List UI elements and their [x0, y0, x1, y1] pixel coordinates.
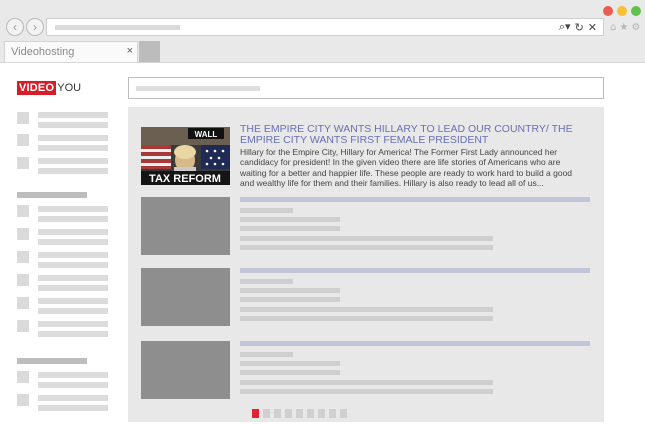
browser-tab[interactable]: Videohosting ×	[4, 41, 138, 62]
browser-right-icons: ⌂ ★ ⚙	[610, 22, 640, 33]
sidebar-icon	[17, 371, 29, 383]
thumb-sign-text: WALL	[195, 130, 218, 139]
sidebar-item[interactable]	[38, 321, 108, 327]
featured-video-title[interactable]: THE EMPIRE CITY WANTS HILLARY TO LEAD OU…	[240, 124, 592, 146]
page-indicator-9[interactable]	[340, 409, 347, 418]
sidebar-section-header	[17, 192, 87, 198]
home-icon[interactable]: ⌂	[610, 22, 616, 33]
video-meta-placeholder	[240, 352, 293, 357]
search-placeholder	[136, 86, 260, 91]
sidebar-item[interactable]	[38, 395, 108, 401]
tab-title: Videohosting	[11, 46, 75, 58]
sidebar-item[interactable]	[38, 239, 108, 245]
video-meta-placeholder	[240, 370, 340, 375]
address-icons: ⌕▾ ↻ ✕	[559, 20, 597, 34]
new-tab-button[interactable]	[139, 41, 160, 62]
video-title-placeholder[interactable]	[240, 197, 590, 202]
sidebar-section-header	[17, 358, 87, 364]
address-bar[interactable]: ⌕▾ ↻ ✕	[46, 18, 604, 36]
sidebar-item[interactable]	[38, 206, 108, 212]
page-indicator-3[interactable]	[274, 409, 281, 418]
window-close-dot[interactable]	[603, 6, 613, 16]
forward-arrow-icon: ›	[33, 20, 37, 34]
stop-icon[interactable]: ✕	[588, 21, 597, 34]
video-list-panel: WALL TAX REFORM THE EMPIRE CITY WANTS HI…	[128, 107, 604, 422]
sidebar	[17, 112, 109, 412]
sidebar-icon	[17, 228, 29, 240]
page-indicator-4[interactable]	[285, 409, 292, 418]
sidebar-icon	[17, 134, 29, 146]
sidebar-item[interactable]	[38, 372, 108, 378]
page-indicator-7[interactable]	[318, 409, 325, 418]
video-meta-placeholder	[240, 226, 340, 231]
video-meta-placeholder	[240, 288, 340, 293]
gear-icon[interactable]: ⚙	[631, 22, 640, 33]
video-desc-placeholder	[240, 236, 493, 241]
tab-close-icon[interactable]: ×	[127, 45, 133, 57]
video-meta-placeholder	[240, 361, 340, 366]
search-input[interactable]	[128, 77, 604, 99]
sidebar-icon	[17, 251, 29, 263]
window-maximize-dot[interactable]	[631, 6, 641, 16]
sidebar-item[interactable]	[38, 405, 108, 411]
sidebar-item[interactable]	[38, 216, 108, 222]
back-button[interactable]: ‹	[6, 18, 24, 36]
address-placeholder	[55, 25, 180, 30]
sidebar-item[interactable]	[38, 285, 108, 291]
back-arrow-icon: ‹	[13, 20, 17, 34]
sidebar-icon	[17, 205, 29, 217]
page-indicator-2[interactable]	[263, 409, 270, 418]
video-title-placeholder[interactable]	[240, 268, 590, 273]
sidebar-item[interactable]	[38, 275, 108, 281]
video-meta-placeholder	[240, 297, 340, 302]
sidebar-item[interactable]	[38, 145, 108, 151]
sidebar-item[interactable]	[38, 262, 108, 268]
logo-video-text: VIDEO	[17, 81, 57, 95]
featured-video-thumbnail[interactable]: WALL TAX REFORM	[141, 127, 230, 185]
sidebar-icon	[17, 112, 29, 124]
page-indicator-8[interactable]	[329, 409, 336, 418]
sidebar-item[interactable]	[38, 229, 108, 235]
video-meta-placeholder	[240, 279, 293, 284]
star-icon[interactable]: ★	[619, 22, 628, 33]
thumb-banner-text: TAX REFORM	[149, 173, 221, 185]
sidebar-icon	[17, 157, 29, 169]
sidebar-item[interactable]	[38, 382, 108, 388]
video-title-placeholder[interactable]	[240, 341, 590, 346]
sidebar-icon	[17, 394, 29, 406]
featured-video-description: Hillary for the Empire City, Hillary for…	[240, 147, 573, 188]
search-dropdown-icon[interactable]: ⌕▾	[559, 20, 571, 34]
window-minimize-dot[interactable]	[617, 6, 627, 16]
sidebar-item[interactable]	[38, 122, 108, 128]
video-meta-placeholder	[240, 208, 293, 213]
video-desc-placeholder	[240, 316, 493, 321]
sidebar-item[interactable]	[38, 112, 108, 118]
forward-button[interactable]: ›	[26, 18, 44, 36]
video-meta-placeholder	[240, 217, 340, 222]
video-desc-placeholder	[240, 245, 493, 250]
sidebar-item[interactable]	[38, 298, 108, 304]
video-desc-placeholder	[240, 380, 493, 385]
sidebar-icon	[17, 274, 29, 286]
video-thumbnail[interactable]	[141, 268, 230, 326]
page-indicator-6[interactable]	[307, 409, 314, 418]
logo-you-text: YOU	[57, 82, 82, 94]
page-indicator-5[interactable]	[296, 409, 303, 418]
video-desc-placeholder	[240, 307, 493, 312]
page-indicator-1[interactable]	[252, 409, 259, 418]
video-desc-placeholder	[240, 389, 493, 394]
sidebar-item[interactable]	[38, 331, 108, 337]
sidebar-item[interactable]	[38, 158, 108, 164]
sidebar-item[interactable]	[38, 252, 108, 258]
video-thumbnail[interactable]	[141, 341, 230, 399]
sidebar-icon	[17, 320, 29, 332]
video-thumbnail[interactable]	[141, 197, 230, 255]
thumbnail-image: WALL TAX REFORM	[141, 127, 230, 185]
sidebar-item[interactable]	[38, 308, 108, 314]
sidebar-item[interactable]	[38, 135, 108, 141]
sidebar-item[interactable]	[38, 168, 108, 174]
reload-icon[interactable]: ↻	[575, 21, 584, 34]
site-logo[interactable]: VIDEO YOU	[17, 81, 81, 95]
sidebar-icon	[17, 297, 29, 309]
